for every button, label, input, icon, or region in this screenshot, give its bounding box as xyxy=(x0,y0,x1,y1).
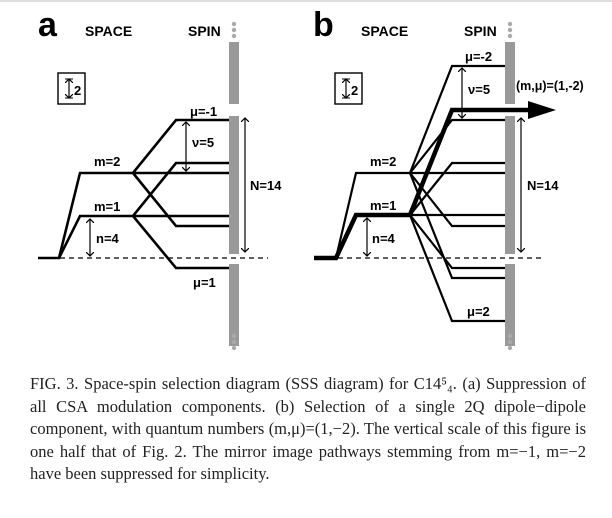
panel-a-scale-value: 2 xyxy=(74,83,81,98)
panel-a-m1-label: m=1 xyxy=(94,199,120,214)
panel-b-nu-label: ν=5 xyxy=(468,82,490,97)
panel-b-n-label: n=4 xyxy=(372,231,396,246)
panel-a-spin-label: SPIN xyxy=(188,23,221,39)
panel-b-letter: b xyxy=(313,6,334,44)
panel-a-mu-bottom-label: μ=1 xyxy=(193,275,216,290)
sss-diagram: a SPACE SPIN 2 n=4 ν=5 N=14 m=2 m=1 μ=-1… xyxy=(38,6,584,351)
panel-a-space-label: SPACE xyxy=(85,23,132,39)
panel-b-selected-label: (m,μ)=(1,-2) xyxy=(516,79,584,93)
panel-b-spin-bars xyxy=(505,21,515,351)
panel-b: b SPACE SPIN 2 n=4 ν=5 N=14 m=2 m=1 μ=-2… xyxy=(313,6,584,351)
panel-b-spin-label: SPIN xyxy=(464,23,497,39)
panel-a: a SPACE SPIN 2 n=4 ν=5 N=14 m=2 m=1 μ=-1… xyxy=(38,6,282,351)
panel-a-N-label: N=14 xyxy=(250,178,282,193)
panel-a-n-label: n=4 xyxy=(96,231,120,246)
panel-a-mu-top-label: μ=-1 xyxy=(190,104,217,119)
panel-b-mu-bottom-label: μ=2 xyxy=(467,304,490,319)
panel-a-letter: a xyxy=(38,6,58,44)
panel-a-spin-bars xyxy=(229,21,239,351)
panel-a-scale-box: 2 xyxy=(57,72,86,105)
panel-b-N-label: N=14 xyxy=(527,178,559,193)
figure-caption: FIG. 3. Space-spin selection diagram (SS… xyxy=(30,374,586,483)
selected-arrowhead xyxy=(528,101,556,119)
panel-b-scale-value: 2 xyxy=(351,83,358,98)
panel-b-mu-top-label: μ=-2 xyxy=(465,49,492,64)
panel-a-m2-label: m=2 xyxy=(94,154,120,169)
panel-b-m1-label: m=1 xyxy=(370,198,396,213)
panel-b-space-label: SPACE xyxy=(361,23,408,39)
panel-b-m2-label: m=2 xyxy=(370,154,396,169)
panel-a-nu-label: ν=5 xyxy=(192,135,214,150)
panel-b-scale-box: 2 xyxy=(334,72,363,105)
